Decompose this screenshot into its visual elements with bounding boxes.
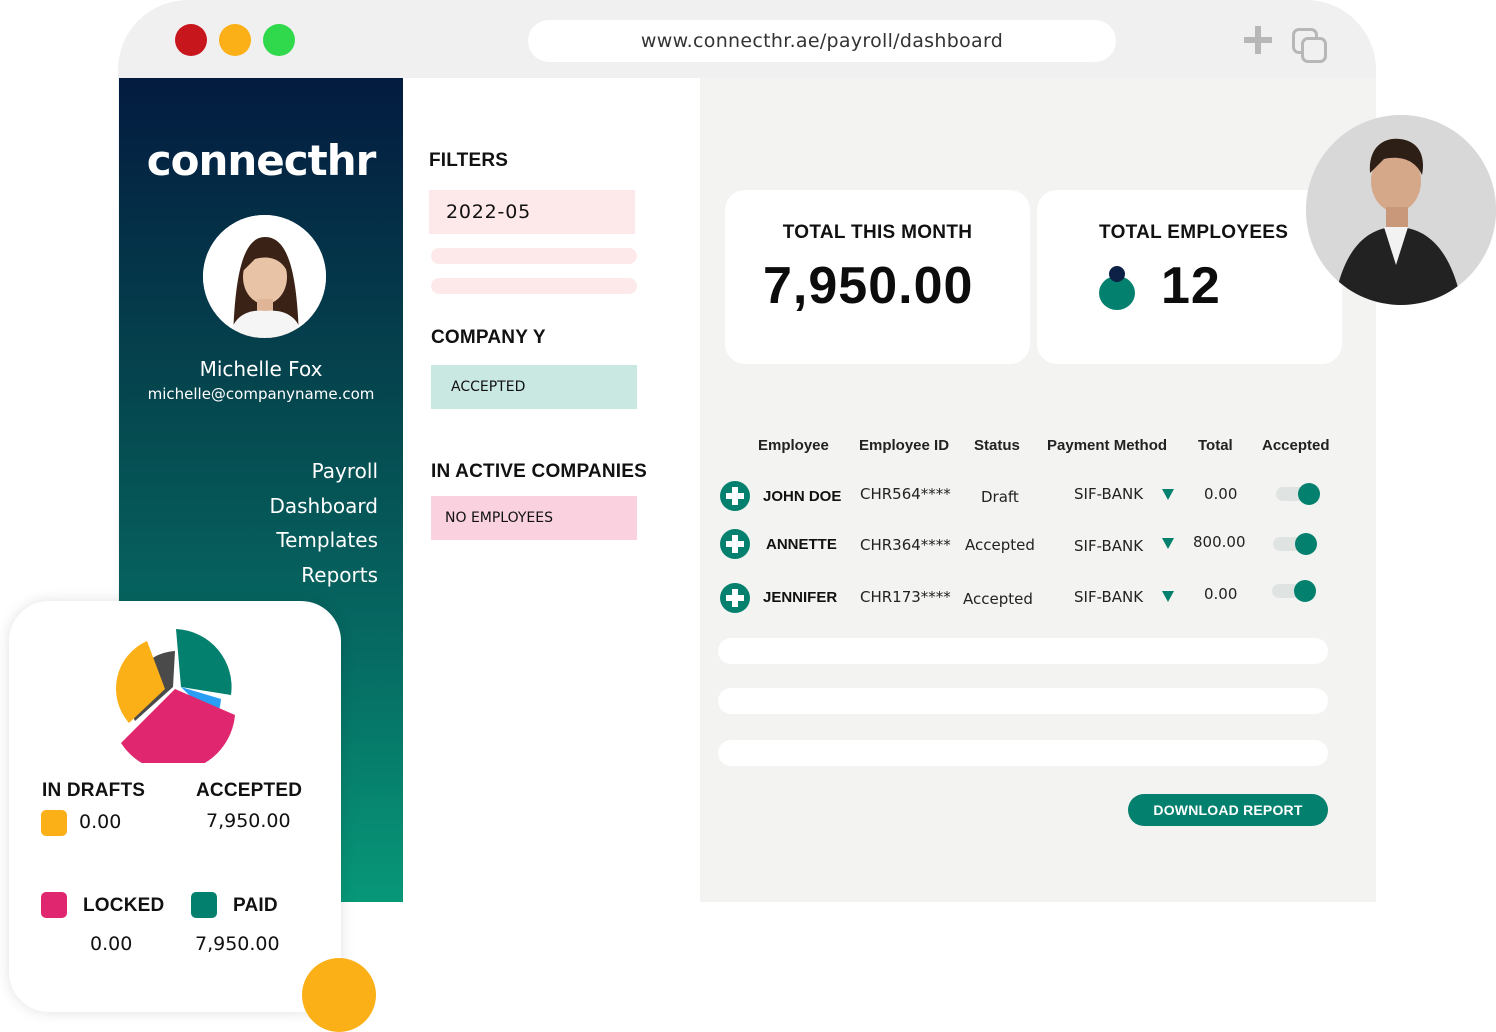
- accepted-toggle[interactable]: [1273, 533, 1317, 555]
- accepted-value: 7,950.00: [206, 810, 291, 832]
- chevron-down-icon[interactable]: [1162, 538, 1174, 549]
- chevron-down-icon[interactable]: [1162, 489, 1174, 500]
- user-email: michelle@companyname.com: [147, 385, 375, 403]
- sidebar-item-dashboard[interactable]: Dashboard: [269, 489, 378, 524]
- maximize-window-button[interactable]: [263, 24, 295, 56]
- employee-id: CHR364****: [860, 536, 951, 554]
- sidebar-nav: Payroll Dashboard Templates Reports: [269, 454, 378, 592]
- total-month-value: 7,950.00: [763, 257, 974, 315]
- sidebar-item-payroll[interactable]: Payroll: [269, 454, 378, 489]
- paid-value: 7,950.00: [195, 933, 280, 955]
- empty-table-row: [718, 688, 1328, 714]
- month-filter-input[interactable]: 2022-05: [429, 190, 635, 234]
- payment-method: SIF-BANK: [1074, 588, 1144, 606]
- user-name: Michelle Fox: [199, 357, 323, 381]
- employee-person-icon: [1097, 266, 1137, 310]
- woman-portrait-icon: [203, 215, 326, 338]
- download-report-button[interactable]: DOWNLOAD REPORT: [1128, 794, 1328, 826]
- company-title: COMPANY Y: [431, 327, 546, 348]
- in-drafts-label: IN DRAFTS: [42, 780, 146, 801]
- col-status: Status: [974, 437, 1020, 454]
- address-bar[interactable]: www.connecthr.ae/payroll/dashboard: [528, 20, 1116, 62]
- col-payment-method: Payment Method: [1047, 437, 1168, 454]
- employee-name: ANNETTE: [766, 536, 837, 553]
- employee-name: JENNIFER: [763, 589, 838, 606]
- decorative-circle: [302, 958, 376, 1032]
- chevron-down-icon[interactable]: [1162, 591, 1174, 602]
- filter-placeholder-bar[interactable]: [431, 278, 637, 294]
- user-avatar: [203, 215, 326, 338]
- paid-label: PAID: [233, 895, 278, 916]
- employee-name: JOHN DOE: [763, 488, 842, 505]
- total-employees-card: TOTAL EMPLOYEES 12: [1037, 190, 1342, 364]
- employee-total: 0.00: [1204, 585, 1238, 603]
- filters-panel: FILTERS 2022-05 COMPANY Y ACCEPTED IN AC…: [403, 78, 700, 902]
- employee-id: CHR173****: [860, 588, 951, 606]
- add-employee-plus-icon[interactable]: [720, 481, 750, 511]
- locked-value: 0.00: [90, 933, 133, 955]
- employee-id: CHR564****: [860, 485, 951, 503]
- accepted-label: ACCEPTED: [196, 780, 303, 801]
- payroll-pie-chart: [115, 629, 235, 763]
- locked-color-swatch: [41, 892, 67, 918]
- in-drafts-value: 0.00: [79, 811, 122, 833]
- man-portrait-icon: [1306, 115, 1496, 305]
- total-month-card: TOTAL THIS MONTH 7,950.00: [725, 190, 1030, 364]
- empty-table-row: [718, 638, 1328, 664]
- paid-color-swatch: [191, 892, 217, 918]
- tabs-overview-icon[interactable]: [1292, 28, 1328, 64]
- employee-status: Accepted: [965, 536, 1035, 554]
- pie-slice-paid: [176, 629, 232, 695]
- company-status-badge[interactable]: ACCEPTED: [431, 365, 637, 409]
- locked-label: LOCKED: [83, 895, 165, 916]
- payment-method: SIF-BANK: [1074, 485, 1144, 503]
- payroll-summary-card: IN DRAFTS 0.00 ACCEPTED 7,950.00 LOCKED …: [9, 601, 341, 1012]
- accepted-toggle[interactable]: [1276, 483, 1320, 505]
- col-employee-id: Employee ID: [859, 437, 950, 454]
- browser-toolbar: www.connecthr.ae/payroll/dashboard: [118, 0, 1376, 78]
- employee-status: Accepted: [963, 590, 1033, 608]
- employee-total: 800.00: [1193, 533, 1246, 551]
- close-window-button[interactable]: [175, 24, 207, 56]
- employee-total: 0.00: [1204, 485, 1238, 503]
- employee-status: Draft: [981, 488, 1019, 506]
- sidebar-item-reports[interactable]: Reports: [269, 558, 378, 593]
- sidebar-item-templates[interactable]: Templates: [269, 523, 378, 558]
- col-accepted: Accepted: [1262, 437, 1330, 454]
- add-employee-plus-icon[interactable]: [720, 529, 750, 559]
- col-employee: Employee: [758, 437, 829, 454]
- new-tab-plus-icon[interactable]: [1244, 26, 1272, 54]
- accepted-toggle[interactable]: [1272, 580, 1316, 602]
- connecthr-logo: connecthr: [146, 136, 377, 185]
- add-employee-plus-icon[interactable]: [720, 583, 750, 613]
- filters-title: FILTERS: [429, 150, 509, 171]
- drafts-color-swatch: [41, 810, 67, 836]
- payment-method: SIF-BANK: [1074, 537, 1144, 555]
- empty-table-row: [718, 740, 1328, 766]
- minimize-window-button[interactable]: [219, 24, 251, 56]
- col-total: Total: [1198, 437, 1233, 454]
- total-month-label: TOTAL THIS MONTH: [782, 222, 973, 243]
- man-avatar: [1306, 115, 1496, 305]
- filter-placeholder-bar[interactable]: [431, 248, 637, 264]
- inactive-companies-title: IN ACTIVE COMPANIES: [431, 461, 647, 482]
- inactive-status-badge[interactable]: NO EMPLOYEES: [431, 496, 637, 540]
- total-employees-value: 12: [1161, 257, 1221, 315]
- total-employees-label: TOTAL EMPLOYEES: [1099, 222, 1289, 243]
